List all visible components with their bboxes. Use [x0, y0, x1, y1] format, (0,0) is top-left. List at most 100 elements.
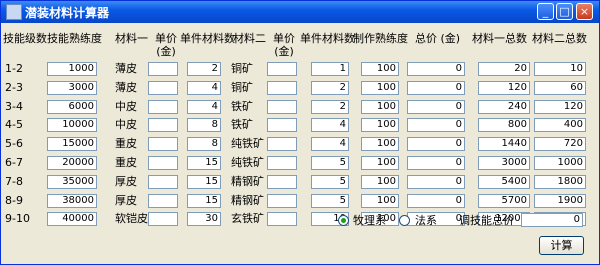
app-window: 潜装材料计算器 _ □ × 技能级数 技能熟练度 材料一 单价 (金) 单件材料… — [0, 0, 600, 265]
close-button[interactable]: × — [576, 3, 593, 20]
qty-2-input[interactable]: 4 — [311, 137, 349, 151]
price-1-input[interactable] — [148, 137, 178, 151]
qty-2-input[interactable]: 5 — [311, 175, 349, 189]
qty-2-input[interactable]: 2 — [311, 100, 349, 114]
sum-material-1-input[interactable]: 20 — [478, 62, 530, 76]
level-label: 1-2 — [5, 62, 23, 75]
sum-material-2-input[interactable]: 120 — [534, 100, 586, 114]
sum-material-2-input[interactable]: 1000 — [534, 156, 586, 170]
qty-1-input[interactable]: 15 — [187, 175, 221, 189]
price-1-input[interactable] — [148, 175, 178, 189]
qty-2-input[interactable]: 4 — [311, 118, 349, 132]
header-qty-1: 单件材料数 — [180, 32, 235, 45]
minimize-button[interactable]: _ — [537, 3, 554, 20]
total-price-input[interactable]: 0 — [407, 175, 465, 189]
qty-1-input[interactable]: 30 — [187, 212, 221, 226]
level-label: 2-3 — [5, 81, 23, 94]
sum-material-1-input[interactable]: 240 — [478, 100, 530, 114]
make-proficiency-input[interactable]: 100 — [361, 118, 399, 132]
qty-2-input[interactable]: 5 — [311, 194, 349, 208]
header-sum-material-2: 材料二总数 — [532, 32, 587, 45]
level-label: 6-7 — [5, 156, 23, 169]
qty-1-input[interactable]: 4 — [187, 100, 221, 114]
sum-material-1-input[interactable]: 1440 — [478, 137, 530, 151]
qty-1-input[interactable]: 4 — [187, 81, 221, 95]
total-price-input[interactable]: 0 — [407, 118, 465, 132]
proficiency-input[interactable]: 6000 — [47, 100, 97, 114]
total-price-input[interactable]: 0 — [407, 62, 465, 76]
total-price-input[interactable]: 0 — [407, 81, 465, 95]
maximize-button[interactable]: □ — [556, 3, 573, 20]
price-2-input[interactable] — [267, 175, 297, 189]
price-2-input[interactable] — [267, 137, 297, 151]
sum-material-1-input[interactable]: 120 — [478, 81, 530, 95]
price-1-input[interactable] — [148, 118, 178, 132]
sum-material-1-input[interactable]: 5700 — [478, 194, 530, 208]
price-2-input[interactable] — [267, 81, 297, 95]
level-label: 9-10 — [5, 212, 30, 225]
window-title: 潜装材料计算器 — [25, 6, 110, 20]
sum-material-2-input[interactable]: 400 — [534, 118, 586, 132]
proficiency-input[interactable]: 40000 — [47, 212, 97, 226]
price-1-input[interactable] — [148, 156, 178, 170]
proficiency-input[interactable]: 38000 — [47, 194, 97, 208]
material-1-label: 薄皮 — [115, 81, 137, 94]
qty-2-input[interactable]: 1 — [311, 62, 349, 76]
price-2-input[interactable] — [267, 156, 297, 170]
price-2-input[interactable] — [267, 100, 297, 114]
proficiency-input[interactable]: 20000 — [47, 156, 97, 170]
sum-material-2-input[interactable]: 1800 — [534, 175, 586, 189]
proficiency-input[interactable]: 15000 — [47, 137, 97, 151]
qty-1-input[interactable]: 15 — [187, 156, 221, 170]
price-2-input[interactable] — [267, 118, 297, 132]
proficiency-input[interactable]: 10000 — [47, 118, 97, 132]
total-price-input[interactable]: 0 — [407, 137, 465, 151]
material-1-label: 厚皮 — [115, 194, 137, 207]
price-1-input[interactable] — [148, 81, 178, 95]
header-sum-material-1: 材料一总数 — [472, 32, 527, 45]
material-1-label: 中皮 — [115, 100, 137, 113]
proficiency-input[interactable]: 35000 — [47, 175, 97, 189]
total-price-input[interactable]: 0 — [407, 194, 465, 208]
qty-1-input[interactable]: 8 — [187, 137, 221, 151]
sum-material-2-input[interactable]: 1900 — [534, 194, 586, 208]
price-2-input[interactable] — [267, 62, 297, 76]
make-proficiency-input[interactable]: 100 — [361, 156, 399, 170]
adjust-total-input[interactable]: 0 — [521, 213, 583, 227]
header-total-price: 总价 (金) — [415, 32, 461, 45]
qty-2-input[interactable]: 2 — [311, 81, 349, 95]
price-1-input[interactable] — [148, 212, 178, 226]
price-1-input[interactable] — [148, 100, 178, 114]
qty-1-input[interactable]: 15 — [187, 194, 221, 208]
make-proficiency-input[interactable]: 100 — [361, 194, 399, 208]
qty-1-input[interactable]: 2 — [187, 62, 221, 76]
proficiency-input[interactable]: 3000 — [47, 81, 97, 95]
proficiency-input[interactable]: 1000 — [47, 62, 97, 76]
header-price-2: 单价 (金) — [273, 32, 295, 58]
material-1-label: 重皮 — [115, 137, 137, 150]
make-proficiency-input[interactable]: 100 — [361, 100, 399, 114]
price-1-input[interactable] — [148, 62, 178, 76]
qty-2-input[interactable]: 5 — [311, 156, 349, 170]
sum-material-1-input[interactable]: 800 — [478, 118, 530, 132]
price-2-input[interactable] — [267, 212, 297, 226]
qty-1-input[interactable]: 8 — [187, 118, 221, 132]
header-material-1: 材料一 — [115, 32, 148, 45]
sum-material-1-input[interactable]: 3000 — [478, 156, 530, 170]
option-1-radio[interactable] — [338, 215, 349, 226]
sum-material-2-input[interactable]: 720 — [534, 137, 586, 151]
total-price-input[interactable]: 0 — [407, 100, 465, 114]
sum-material-2-input[interactable]: 10 — [534, 62, 586, 76]
price-2-input[interactable] — [267, 194, 297, 208]
sum-material-2-input[interactable]: 60 — [534, 81, 586, 95]
make-proficiency-input[interactable]: 100 — [361, 81, 399, 95]
sum-material-1-input[interactable]: 5400 — [478, 175, 530, 189]
make-proficiency-input[interactable]: 100 — [361, 137, 399, 151]
make-proficiency-input[interactable]: 100 — [361, 175, 399, 189]
total-price-input[interactable]: 0 — [407, 156, 465, 170]
title-bar: 潜装材料计算器 _ □ × — [1, 1, 599, 23]
calculate-button[interactable]: 计算 — [539, 236, 584, 255]
make-proficiency-input[interactable]: 100 — [361, 62, 399, 76]
option-2-radio[interactable] — [399, 215, 410, 226]
price-1-input[interactable] — [148, 194, 178, 208]
